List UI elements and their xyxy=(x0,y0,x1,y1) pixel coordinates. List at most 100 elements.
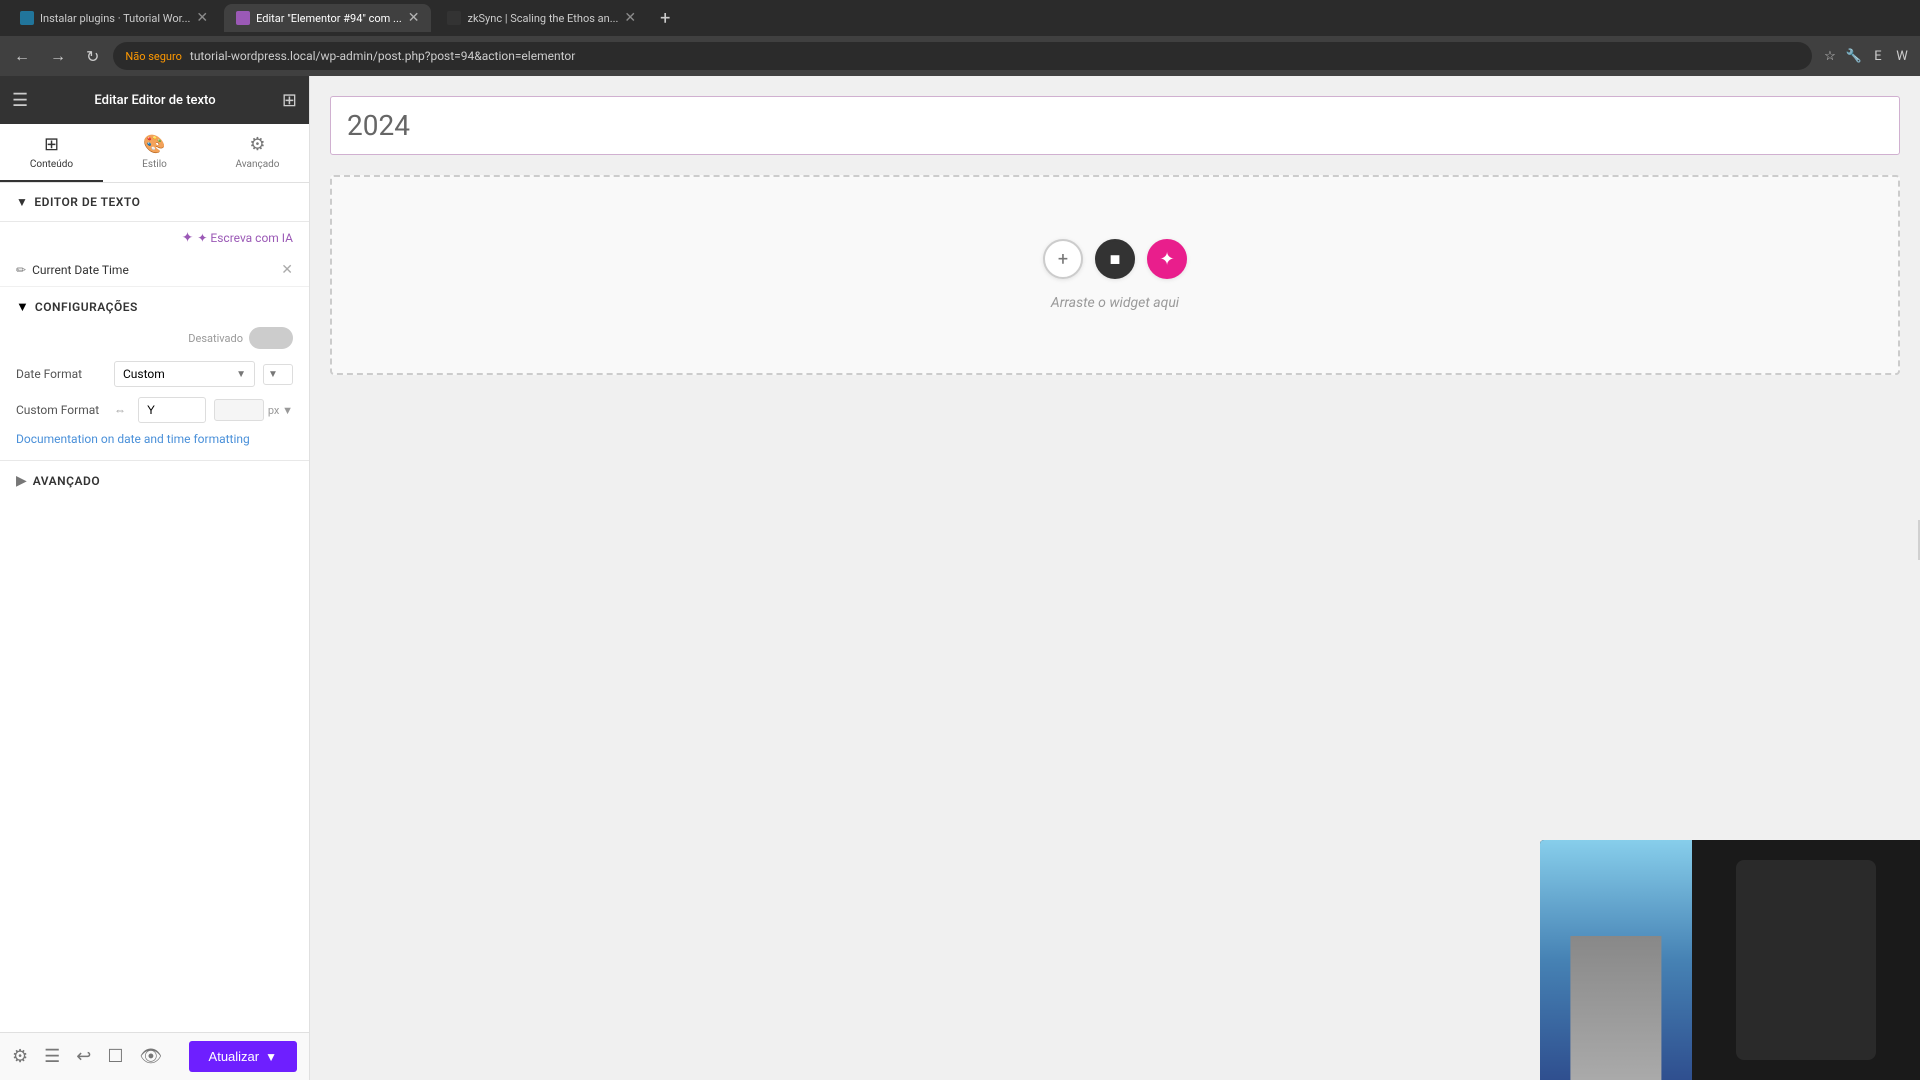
configuracoes-arrow: ▼ xyxy=(16,299,29,315)
browser-titlebar: Instalar plugins · Tutorial Wor... ✕ Edi… xyxy=(0,0,1920,36)
hamburger-icon[interactable]: ☰ xyxy=(12,90,28,111)
video-inner xyxy=(1540,840,1920,1080)
current-date-time-close[interactable]: ✕ xyxy=(281,262,293,278)
configuracoes-title: Configurações xyxy=(35,300,138,314)
road-overlay xyxy=(1570,936,1661,1080)
bookmark-icon[interactable]: ☆ xyxy=(1820,46,1840,66)
tab-1[interactable]: Instalar plugins · Tutorial Wor... ✕ xyxy=(8,4,220,32)
current-date-time-row: ✏ Current Date Time ✕ xyxy=(0,254,309,287)
date-format-label: Date Format xyxy=(16,367,106,381)
avancado-expand-icon: ▶ xyxy=(16,473,27,489)
editor-section-header[interactable]: ▼ Editor de texto xyxy=(0,183,309,222)
doc-link[interactable]: Documentation on date and time formattin… xyxy=(16,431,293,448)
elementor-sidebar: ☰ Editar Editor de texto ⊞ ⊞ Conteúdo 🎨 … xyxy=(0,76,310,1080)
main-layout: ☰ Editar Editor de texto ⊞ ⊞ Conteúdo 🎨 … xyxy=(0,76,1920,1080)
toggle-label: Desativado xyxy=(188,332,243,345)
widget-drop-area[interactable]: + ■ ✦ Arraste o widget aqui xyxy=(330,175,1900,375)
tab-2[interactable]: Editar "Elementor #94" com ... ✕ xyxy=(224,4,431,32)
date-format-value: Custom xyxy=(123,367,165,381)
bottom-icons: ⚙ ☰ ↩ ☐ 👁 xyxy=(12,1046,162,1067)
drop-area-text: Arraste o widget aqui xyxy=(1051,295,1179,311)
tab-title-1: Instalar plugins · Tutorial Wor... xyxy=(40,12,190,25)
tab-favicon-3 xyxy=(447,11,461,25)
add-section-button[interactable]: + xyxy=(1043,239,1083,279)
forward-button[interactable]: → xyxy=(44,42,72,70)
date-format-extra-select[interactable]: ▼ xyxy=(263,364,293,385)
video-overlay xyxy=(1540,840,1920,1080)
tab-title-2: Editar "Elementor #94" com ... xyxy=(256,12,402,25)
address-bar[interactable]: Não seguro tutorial-wordpress.local/wp-a… xyxy=(113,42,1812,70)
extension-icon-3[interactable]: W xyxy=(1892,46,1912,66)
browser-toolbar: ← → ↻ Não seguro tutorial-wordpress.loca… xyxy=(0,36,1920,76)
pencil-icon: ✏ xyxy=(16,263,26,277)
person-area xyxy=(1692,840,1920,1080)
sidebar-title: Editar Editor de texto xyxy=(94,93,215,108)
editor-section-title: ▼ Editor de texto xyxy=(16,195,140,209)
resize-icon: ⇔ xyxy=(114,403,126,417)
date-format-row: Date Format Custom ▼ ▼ xyxy=(16,361,293,387)
avancado-header[interactable]: ▶ Avançado xyxy=(16,473,293,489)
tab-close-2[interactable]: ✕ xyxy=(408,10,420,26)
section-arrow-left: ▼ xyxy=(16,195,28,209)
address-text: tutorial-wordpress.local/wp-admin/post.p… xyxy=(190,49,575,63)
sidebar-header: ☰ Editar Editor de texto ⊞ xyxy=(0,76,309,124)
px-unit: px ▼ xyxy=(268,404,293,417)
avancado-section: ▶ Avançado xyxy=(0,461,309,501)
conteudo-icon: ⊞ xyxy=(44,134,59,155)
configuracoes-section: ▼ Configurações Desativado Date Format xyxy=(0,287,309,461)
text-preview-box[interactable]: 2024 xyxy=(330,96,1900,155)
px-row: px ▼ xyxy=(214,399,293,421)
tab-3[interactable]: zkSync | Scaling the Ethos an... ✕ xyxy=(435,4,648,32)
add-ai-button[interactable]: ✦ xyxy=(1147,239,1187,279)
ai-sparkle-icon: ✦ xyxy=(182,230,194,246)
responsive-bottom-icon[interactable]: ☐ xyxy=(107,1046,123,1067)
tab-avancado-label: Avançado xyxy=(235,159,279,170)
layers-bottom-icon[interactable]: ☰ xyxy=(44,1046,60,1067)
sidebar-content: ▼ Editor de texto ✦ ✦ Escreva com IA ✏ C… xyxy=(0,183,309,1032)
tab-conteudo-label: Conteúdo xyxy=(30,159,73,170)
extra-arrow-icon: ▼ xyxy=(268,369,278,380)
extension-icon-2[interactable]: E xyxy=(1868,46,1888,66)
current-date-time-label: ✏ Current Date Time xyxy=(16,263,129,277)
estilo-icon: 🎨 xyxy=(143,134,165,155)
person-silhouette xyxy=(1736,860,1876,1060)
history-bottom-icon[interactable]: ↩ xyxy=(76,1046,91,1067)
tab-avancado[interactable]: ⚙ Avançado xyxy=(206,124,309,182)
reload-button[interactable]: ↻ xyxy=(80,43,105,70)
sidebar-bottom: ⚙ ☰ ↩ ☐ 👁 Atualizar ▼ xyxy=(0,1032,309,1080)
avancado-title: Avançado xyxy=(33,474,100,488)
tab-conteudo[interactable]: ⊞ Conteúdo xyxy=(0,124,103,182)
toggle-container: Desativado xyxy=(16,327,293,349)
security-badge: Não seguro xyxy=(125,50,181,63)
grid-icon[interactable]: ⊞ xyxy=(282,90,297,111)
update-chevron-icon: ▼ xyxy=(265,1050,277,1064)
configuracoes-header[interactable]: ▼ Configurações xyxy=(16,299,293,315)
tab-close-1[interactable]: ✕ xyxy=(196,10,208,26)
write-ai-button[interactable]: ✦ ✦ Escreva com IA xyxy=(0,222,309,254)
tab-close-3[interactable]: ✕ xyxy=(624,10,636,26)
avancado-icon: ⚙ xyxy=(249,134,265,155)
back-button[interactable]: ← xyxy=(8,42,36,70)
settings-bottom-icon[interactable]: ⚙ xyxy=(12,1046,28,1067)
new-tab-button[interactable]: + xyxy=(652,8,678,29)
tab-estilo[interactable]: 🎨 Estilo xyxy=(103,124,206,182)
add-template-button[interactable]: ■ xyxy=(1095,239,1135,279)
toggle-switch[interactable] xyxy=(249,327,293,349)
text-preview-value: 2024 xyxy=(347,109,410,142)
video-thumbnail xyxy=(1540,840,1692,1080)
custom-format-input[interactable] xyxy=(138,397,206,423)
date-format-control: Custom ▼ xyxy=(114,361,255,387)
sidebar-tabs: ⊞ Conteúdo 🎨 Estilo ⚙ Avançado xyxy=(0,124,309,183)
update-button[interactable]: Atualizar ▼ xyxy=(189,1041,297,1072)
tab-favicon-2 xyxy=(236,11,250,25)
canvas-area: 2024 + ■ ✦ Arraste o widget aqui xyxy=(310,76,1920,1080)
tab-estilo-label: Estilo xyxy=(142,159,167,170)
px-input[interactable] xyxy=(214,399,264,421)
extension-icon-1[interactable]: 🔧 xyxy=(1844,46,1864,66)
date-format-select[interactable]: Custom ▼ xyxy=(114,361,255,387)
update-button-label: Atualizar xyxy=(209,1049,260,1064)
preview-bottom-icon[interactable]: 👁 xyxy=(140,1046,163,1067)
toolbar-icons: ☆ 🔧 E W xyxy=(1820,46,1912,66)
custom-format-row: Custom Format ⇔ px ▼ xyxy=(16,397,293,423)
widget-add-buttons: + ■ ✦ xyxy=(1043,239,1187,279)
